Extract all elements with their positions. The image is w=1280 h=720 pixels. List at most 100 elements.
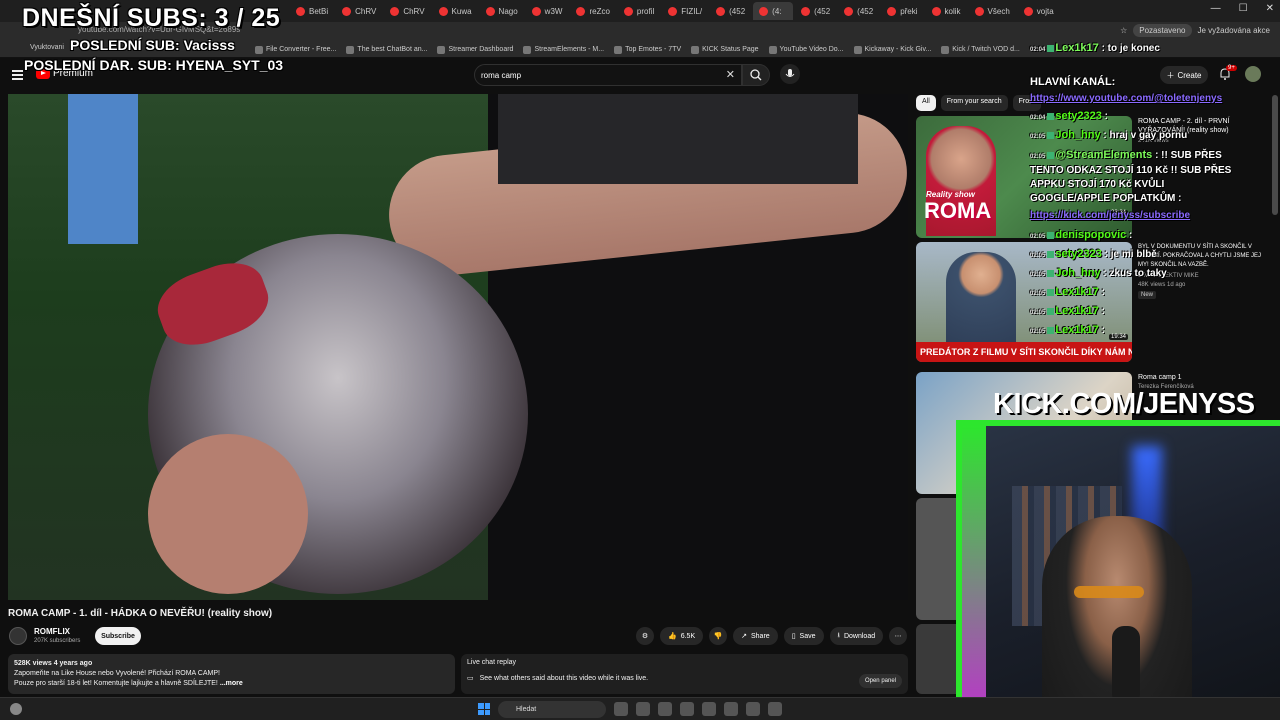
- close-icon[interactable]: ✕: [1266, 3, 1274, 14]
- browser-tab[interactable]: (452: [795, 2, 836, 20]
- weather-icon[interactable]: [10, 703, 22, 715]
- minimize-icon[interactable]: —: [1211, 3, 1221, 14]
- window-controls: — ☐ ✕: [1211, 3, 1274, 14]
- bookmark-item[interactable]: Kick / Twitch VOD d...: [941, 45, 1020, 54]
- recommended-video-meta: 48K views 1d ago: [1138, 282, 1186, 288]
- video-title: ROMA CAMP - 1. díl - HÁDKA O NEVĚŘU! (re…: [8, 608, 273, 619]
- bookmark-item[interactable]: KICK Status Page: [691, 45, 759, 54]
- browser-tab[interactable]: BetBi: [290, 2, 334, 20]
- microphone-icon: [785, 69, 795, 77]
- download-button[interactable]: ⭳ Download: [829, 627, 884, 645]
- channel-name[interactable]: ROMFLIX: [34, 627, 70, 636]
- overlay-last-sub: POSLEDNÍ SUB: Vacisss: [70, 37, 235, 53]
- bookmark-icon: [437, 45, 446, 54]
- profile-button[interactable]: Pozastaveno: [1133, 24, 1192, 37]
- browser-tab[interactable]: ChRV: [384, 2, 430, 20]
- more-actions-button[interactable]: ⋯: [889, 627, 908, 645]
- search-input[interactable]: [481, 68, 711, 82]
- dislike-button[interactable]: 👎: [709, 627, 728, 645]
- video-player[interactable]: [8, 94, 908, 600]
- browser-tab[interactable]: překi: [881, 2, 923, 20]
- share-button[interactable]: ↗ Share: [733, 627, 778, 645]
- windows-start-icon[interactable]: [478, 703, 490, 715]
- video-thumbnail[interactable]: PREDÁTOR Z FILMU V SÍTI SKONČIL DÍKY NÁM…: [916, 242, 1132, 362]
- channel-avatar[interactable]: [9, 627, 27, 645]
- tab-favicon-icon: [801, 6, 811, 16]
- profile-action-label[interactable]: Je vyžadována akce: [1198, 26, 1271, 35]
- webcam-overlay: [956, 420, 1280, 720]
- open-panel-button[interactable]: Open panel: [858, 674, 902, 688]
- bookmark-item[interactable]: Streamer Dashboard: [437, 45, 513, 54]
- obs-icon[interactable]: [746, 702, 760, 716]
- taskbar-apps: [614, 702, 782, 716]
- chat-link[interactable]: https://www.youtube.com/@toletenjenys: [1030, 93, 1222, 104]
- bookmark-item[interactable]: Top Emotes - 7TV: [614, 45, 681, 54]
- edge-icon[interactable]: [636, 702, 650, 716]
- search-box: ✕: [474, 64, 742, 86]
- chat-message: 02:05 Lex1k17 :: [1030, 324, 1105, 336]
- browser-tab[interactable]: reZco: [570, 2, 615, 20]
- store-icon[interactable]: [658, 702, 672, 716]
- browser-tab[interactable]: Kuwa: [433, 2, 478, 20]
- bookmark-item[interactable]: Vyuktovani: [30, 44, 64, 51]
- app-icon[interactable]: [768, 702, 782, 716]
- bookmark-item[interactable]: The best ChatBot an...: [346, 45, 427, 54]
- thumbs-down-icon: 👎: [713, 633, 723, 640]
- browser-tab[interactable]: Všech: [969, 2, 1016, 20]
- browser-tab[interactable]: profil: [618, 2, 660, 20]
- browser-tab[interactable]: w3W: [526, 2, 569, 20]
- tab-favicon-icon: [931, 6, 941, 16]
- browser-tab[interactable]: ChRV: [336, 2, 382, 20]
- bookmark-icon: [768, 45, 777, 54]
- browser-tab[interactable]: kolik: [926, 2, 967, 20]
- taskbar-search[interactable]: Hledat: [498, 701, 606, 718]
- description-line: Zapomeňte na Like House nebo Vyvolené! P…: [14, 670, 220, 677]
- create-button[interactable]: ＋ Create: [1160, 66, 1208, 84]
- save-button[interactable]: ▯ Save: [783, 627, 824, 645]
- bookmark-item[interactable]: Kickaway - Kick Giv...: [853, 45, 931, 54]
- browser-tab[interactable]: (452: [710, 2, 751, 20]
- chrome-icon[interactable]: [680, 702, 694, 716]
- browser-tab-active[interactable]: (4:: [753, 2, 794, 20]
- browser-tab[interactable]: (452: [838, 2, 879, 20]
- video-actions: ⚙ 👍 6.5K 👎 ↗ Share ▯ Save ⭳ Download ⋯: [636, 627, 908, 645]
- star-icon[interactable]: ☆: [1120, 26, 1127, 35]
- file-explorer-icon[interactable]: [614, 702, 628, 716]
- video-duration: 19:34: [1108, 334, 1128, 340]
- tab-favicon-icon: [844, 6, 854, 16]
- browser-tab[interactable]: vojta: [1018, 2, 1060, 20]
- browser-tab[interactable]: FIZIL/: [662, 2, 708, 20]
- chip-from-your-search[interactable]: From your search: [940, 95, 1008, 111]
- terminal-icon[interactable]: [724, 702, 738, 716]
- voice-search-button[interactable]: [780, 64, 800, 84]
- like-button[interactable]: 👍 6.5K: [660, 627, 704, 645]
- browser-tab[interactable]: Nago: [480, 2, 524, 20]
- tab-favicon-icon: [576, 6, 586, 16]
- more-link[interactable]: ...more: [220, 680, 243, 687]
- video-description[interactable]: 528K views 4 years ago Zapomeňte na Like…: [8, 654, 455, 694]
- share-alt-icon[interactable]: ⚙: [636, 627, 654, 645]
- search-button[interactable]: [742, 64, 770, 86]
- menu-icon[interactable]: [12, 70, 23, 82]
- subscribe-button[interactable]: Subscribe: [95, 627, 141, 645]
- bookmark-item[interactable]: YouTube Video Do...: [768, 45, 844, 54]
- bookmark-icon: [523, 45, 532, 54]
- share-icon: ↗: [741, 633, 747, 640]
- bookmark-icon: [691, 45, 700, 54]
- bookmark-icon: ▯: [791, 633, 796, 640]
- maximize-icon[interactable]: ☐: [1239, 3, 1248, 14]
- microphone-icon: [1112, 626, 1140, 706]
- scrollbar[interactable]: [1272, 95, 1278, 215]
- tab-favicon-icon: [716, 6, 726, 16]
- user-avatar[interactable]: [1245, 66, 1261, 82]
- chat-message: 02:05 Lex1k17 :: [1030, 286, 1105, 298]
- chat-link[interactable]: https://kick.com/jenyss/subscribe: [1030, 210, 1190, 221]
- bookmark-item[interactable]: File Converter - Free...: [255, 45, 336, 54]
- chrome-icon[interactable]: [702, 702, 716, 716]
- thumbnail-text: ROMA: [924, 198, 992, 223]
- bookmark-icon: [346, 45, 355, 54]
- chip-all[interactable]: All: [916, 95, 936, 111]
- bookmark-item[interactable]: StreamElements - M...: [523, 45, 604, 54]
- plus-icon: ＋: [1166, 70, 1175, 80]
- clear-search-icon[interactable]: ✕: [726, 68, 735, 81]
